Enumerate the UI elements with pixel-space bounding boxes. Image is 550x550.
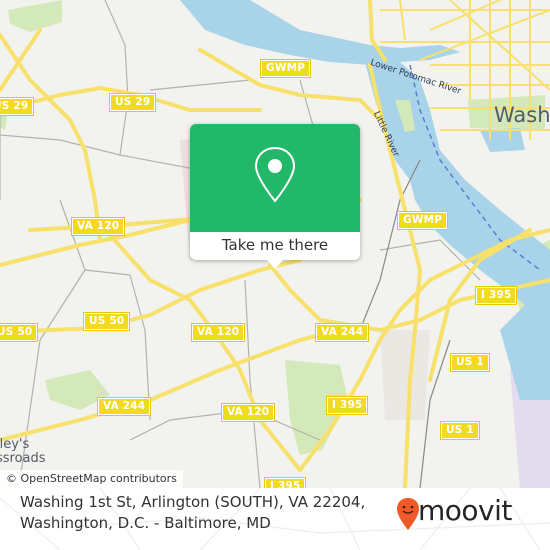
minor-road [104,0,129,156]
road-shield-us-29: US 29 [0,97,35,116]
road-shield-va-244: VA 244 [314,323,370,342]
popup-pointer [267,260,283,269]
footer: Washing 1st St, Arlington (SOUTH), VA 22… [0,488,550,550]
road-shield-va-120: VA 120 [70,217,126,236]
minor-road [149,79,251,91]
road-shield-us-50: US 50 [82,312,131,331]
road-shield-va-120: VA 120 [190,323,246,342]
address: Washing 1st St, Arlington (SOUTH), VA 22… [20,492,365,534]
road-shield-us-29: US 29 [108,93,157,112]
road-shield-us-50: US 50 [0,323,39,342]
place-label-washington: Washi [494,103,550,127]
address-line-2: Washington, D.C. - Baltimore, MD [20,514,271,532]
anacostia [500,300,550,400]
us-50-road [0,258,302,334]
place-label-crossroads: ssroads [0,451,46,466]
park-area [8,0,62,32]
map-canvas[interactable]: US 29 US 29 GWMP GWMP VA 120 VA 120 VA 1… [0,0,550,488]
map-widget: US 29 US 29 GWMP GWMP VA 120 VA 120 VA 1… [0,0,550,550]
address-line-1: Washing 1st St, Arlington (SOUTH), VA 22… [20,493,366,511]
road-shield-i-395: I 395 [325,396,369,415]
location-popup: Take me there [190,124,360,269]
map-pin-icon [254,146,296,203]
road-shield-us-1: US 1 [450,353,490,372]
road-shield-i-395: I 395 [263,477,307,488]
road-shield-va-120: VA 120 [220,403,276,422]
place-label-baileys: iley's [0,437,30,452]
minor-road [0,134,201,171]
road-shield-i-395: I 395 [474,286,518,305]
tidal-basin [480,128,525,152]
major-road [0,28,42,92]
moovit-wordmark: moovit [418,494,512,527]
map-attribution[interactable]: © OpenStreetMap contributors [0,470,183,488]
road-shield-us-1: US 1 [440,421,480,440]
urban-area [380,330,430,420]
popup-header [190,124,360,232]
road-shield-va-244: VA 244 [96,397,152,416]
road-shield-gwmp: GWMP [259,59,312,78]
take-me-there-button[interactable]: Take me there [190,232,360,260]
moovit-pin-icon [397,498,419,530]
road-shield-gwmp: GWMP [396,211,449,230]
